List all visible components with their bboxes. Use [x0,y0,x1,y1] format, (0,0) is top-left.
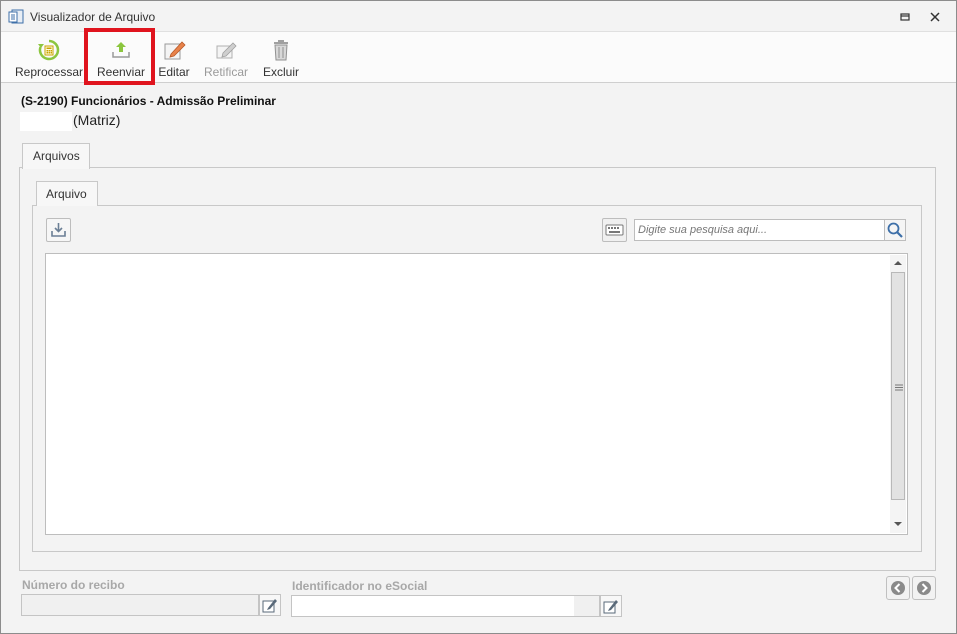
window-title: Visualizador de Arquivo [30,10,156,24]
tab-arquivo[interactable]: Arquivo [36,181,98,206]
file-viewer-window: Visualizador de Arquivo Reprocessar Reen… [0,0,957,634]
document-app-icon [8,9,25,25]
edit-icon [601,600,621,619]
retificar-label: Retificar [203,65,248,79]
company-suffix: (Matriz) [73,112,121,128]
vertical-scrollbar[interactable] [890,255,906,533]
download-button[interactable] [46,218,71,242]
recibo-field[interactable] [21,594,259,616]
file-content-area[interactable] [45,253,908,535]
company-name-redacted [20,112,72,131]
arrow-left-circle-icon [887,581,909,602]
reprocess-icon [37,38,61,62]
identificador-label: Identificador no eSocial [292,579,428,593]
reprocessar-label: Reprocessar [15,65,84,79]
rectify-icon [214,38,238,62]
restore-window-button[interactable] [898,10,912,24]
close-window-button[interactable] [928,10,942,24]
trash-icon [269,38,293,62]
reprocessar-button[interactable]: Reprocessar [15,36,83,80]
previous-record-button[interactable] [886,576,910,600]
excluir-label: Excluir [262,65,299,79]
next-record-button[interactable] [912,576,936,600]
scroll-up-arrow-icon[interactable] [890,257,906,269]
scroll-thumb[interactable] [891,272,905,500]
keyboard-icon [603,224,626,244]
scroll-down-arrow-icon[interactable] [890,518,906,530]
scroll-grip-icon [895,381,903,391]
search-button[interactable] [884,219,906,241]
editar-button[interactable]: Editar [156,36,192,80]
editar-label: Editar [158,65,190,79]
excluir-button[interactable]: Excluir [260,36,302,80]
tab-arquivos[interactable]: Arquivos [22,143,90,169]
edit-recibo-button[interactable] [259,594,281,616]
edit-identificador-button[interactable] [600,595,622,617]
recibo-label: Número do recibo [22,578,125,592]
search-icon [885,222,905,243]
company-name: (Matriz) [20,112,140,131]
edit-icon [260,599,280,618]
search-input[interactable] [634,219,885,241]
identificador-field-fill [292,596,574,616]
page-title: (S-2190) Funcionários - Admissão Prelimi… [21,94,276,108]
arrow-right-circle-icon [913,581,935,602]
retificar-button[interactable]: Retificar [201,36,251,80]
download-icon [47,223,70,244]
edit-icon [162,38,186,62]
title-bar: Visualizador de Arquivo [1,1,956,31]
reenviar-highlight-frame [84,28,155,85]
virtual-keyboard-button[interactable] [602,218,627,242]
